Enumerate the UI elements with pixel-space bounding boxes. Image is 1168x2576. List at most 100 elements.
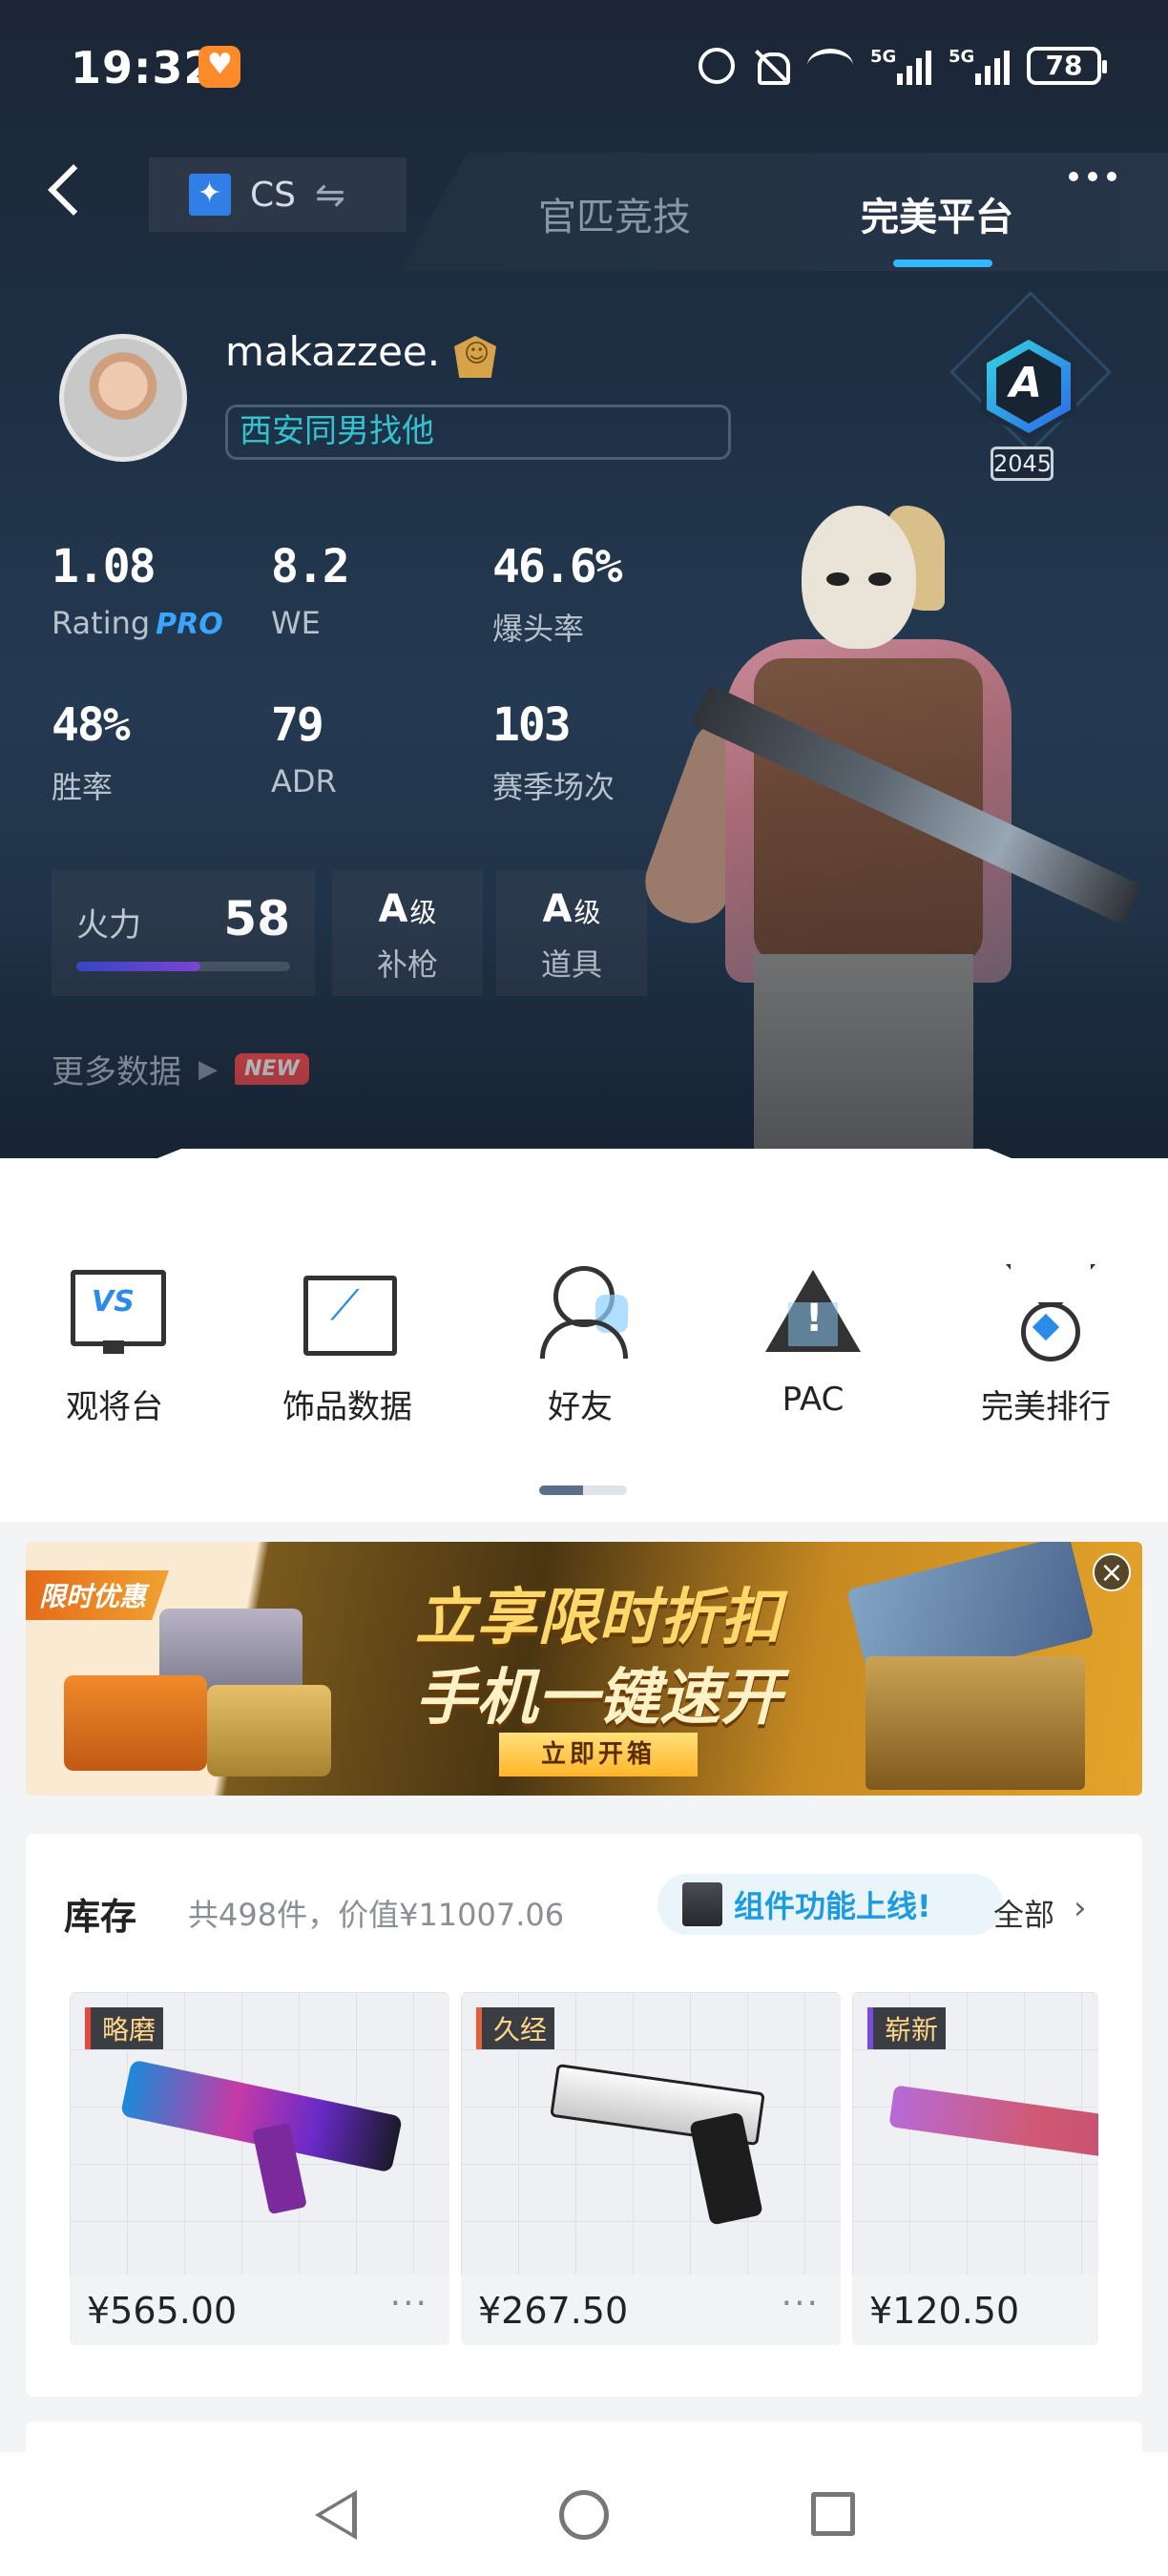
stat-win-rate: 48% 胜率 — [52, 698, 131, 807]
wear-tag: 略磨 — [85, 2007, 164, 2049]
new-badge: NEW — [235, 1053, 309, 1085]
more-data-link[interactable]: 更多数据 ▶ NEW — [52, 1046, 309, 1092]
swap-icon: ⇋ — [315, 174, 345, 216]
firepower-bar-fill — [76, 962, 200, 971]
m4-skin-image — [888, 2085, 1098, 2167]
inventory-card: 库存 共498件，价值¥11007.06 组件功能上线! 全部 › 略磨 ¥56… — [26, 1834, 1142, 2397]
grade-letter: A — [378, 887, 408, 931]
tab-official-match[interactable]: 官匹竞技 — [538, 186, 691, 241]
avatar[interactable] — [59, 334, 187, 462]
back-button[interactable] — [38, 153, 95, 219]
nav-recents-icon[interactable] — [811, 2492, 855, 2536]
system-nav-bar — [0, 2452, 1168, 2576]
firepower-bar — [76, 962, 290, 971]
more-data-label: 更多数据 — [52, 1053, 181, 1091]
stat-label: WE — [271, 605, 321, 641]
agent-character-image — [635, 477, 1168, 1159]
stat-label: Rating — [52, 605, 151, 641]
signal-icon: 5G — [949, 47, 1010, 85]
rank-letter: A — [1010, 359, 1043, 407]
inventory-item[interactable]: 略磨 ¥565.00 ··· — [70, 1992, 449, 2345]
firepower-card[interactable]: 火力 58 — [52, 870, 315, 996]
rank-badge[interactable]: A 2045 — [935, 291, 1112, 487]
profile-bio[interactable]: 西安同男找他 — [225, 405, 731, 460]
inventory-summary: 共498件，价值¥11007.06 — [188, 1897, 565, 1933]
utility-grade-card[interactable]: A级 道具 — [496, 870, 647, 996]
battery-icon: 78 — [1027, 47, 1107, 85]
promo-banner[interactable]: 限时优惠 立享限时折扣 手机一键速开 立即开箱 × — [26, 1542, 1142, 1796]
widget-promo-button[interactable]: 组件功能上线! — [657, 1874, 1003, 1935]
hero-divider — [0, 1149, 1168, 1168]
weapon-case-image — [64, 1675, 207, 1771]
quick-entry-skin-data[interactable]: 饰品数据 — [233, 1264, 462, 1427]
stat-rating: 1.08 Rating PRO — [52, 540, 223, 641]
quick-entry-pac[interactable]: PAC — [699, 1264, 928, 1419]
grade-unit: 级 — [409, 897, 437, 928]
trade-kill-grade-card[interactable]: A级 补枪 — [332, 870, 483, 996]
inventory-item[interactable]: 久经 ¥267.50 ··· — [461, 1992, 841, 2345]
network-type: 5G — [870, 47, 897, 67]
quick-entry-label: PAC — [782, 1381, 845, 1419]
profile-hero: 19:32 5G 5G 78 CS ⇋ 官匹竞技 完美平台 makazzee. … — [0, 0, 1168, 1159]
item-more-icon[interactable]: ··· — [390, 2284, 428, 2323]
item-price: ¥565.00 — [87, 2290, 238, 2332]
view-all-link[interactable]: 全部 — [993, 1891, 1054, 1935]
banner-subtitle: 手机一键速开 — [415, 1663, 782, 1734]
chart-folder-icon — [300, 1264, 397, 1360]
alarm-icon — [699, 48, 735, 84]
vs-monitor-icon — [67, 1264, 166, 1360]
widget-promo-label: 组件功能上线! — [734, 1888, 931, 1924]
stat-headshot-rate: 46.6% 爆头率 — [492, 540, 622, 649]
quick-entry-watch[interactable]: 观将台 — [0, 1264, 229, 1427]
pac-warning-icon — [765, 1264, 861, 1360]
stat-we: 8.2 WE — [271, 540, 350, 641]
widget-icon — [682, 1882, 722, 1926]
inventory-item[interactable]: 崭新 ¥120.50 — [852, 1992, 1098, 2345]
wear-tag: 崭新 — [867, 2007, 947, 2049]
cs-game-icon — [189, 174, 231, 216]
pro-label: PRO — [156, 608, 223, 641]
stat-label: 赛季场次 — [492, 769, 615, 805]
banner-flag: 限时优惠 — [26, 1570, 170, 1620]
quick-entry-label: 好友 — [548, 1388, 613, 1426]
item-price: ¥120.50 — [869, 2290, 1020, 2332]
username: makazzee. — [225, 328, 441, 375]
status-bar: 19:32 5G 5G 78 — [0, 0, 1168, 134]
close-icon[interactable]: × — [1093, 1553, 1131, 1591]
quick-entry-friends[interactable]: 好友 — [466, 1264, 695, 1427]
nav-back-icon[interactable] — [315, 2490, 357, 2540]
open-case-button[interactable]: 立即开箱 — [499, 1733, 698, 1776]
more-options-icon[interactable] — [1069, 172, 1136, 200]
stat-label: 胜率 — [52, 769, 114, 805]
medal-icon — [998, 1264, 1094, 1361]
item-more-icon[interactable]: ··· — [782, 2284, 820, 2323]
stat-label: ADR — [271, 763, 337, 800]
chevron-right-icon[interactable]: › — [1074, 1889, 1087, 1927]
double-chevron-icon: ▶ — [198, 1054, 218, 1084]
inventory-title: 库存 — [64, 1896, 137, 1938]
rank-score: 2045 — [991, 447, 1053, 481]
firepower-value: 58 — [223, 891, 290, 946]
network-type: 5G — [949, 47, 975, 67]
nav-home-icon[interactable] — [559, 2490, 609, 2540]
app-notification-icon — [198, 46, 240, 88]
stat-label: 爆头率 — [492, 611, 585, 647]
stat-value: 46.6% — [492, 540, 622, 593]
grade-label: 补枪 — [376, 946, 438, 983]
tab-bar — [401, 153, 1168, 271]
quick-entry-label: 观将台 — [66, 1388, 163, 1426]
stat-value: 103 — [492, 698, 572, 752]
vip-badge-icon — [454, 336, 496, 378]
quick-entry-ranking[interactable]: 完美排行 — [931, 1264, 1160, 1427]
mute-icon — [752, 47, 790, 85]
banner-chest-image — [866, 1656, 1085, 1790]
game-switch-button[interactable]: CS ⇋ — [149, 157, 407, 232]
tab-perfect-platform[interactable]: 完美平台 — [861, 186, 1013, 241]
grade-label: 道具 — [540, 946, 602, 983]
status-time: 19:32 — [71, 42, 216, 93]
quick-entry-label: 饰品数据 — [282, 1388, 412, 1426]
firepower-label: 火力 — [76, 906, 141, 945]
wifi-icon — [807, 49, 853, 83]
quick-entry-grid: 观将台 饰品数据 好友 PAC 完美排行 — [0, 1159, 1168, 1522]
stat-value: 79 — [271, 698, 324, 752]
